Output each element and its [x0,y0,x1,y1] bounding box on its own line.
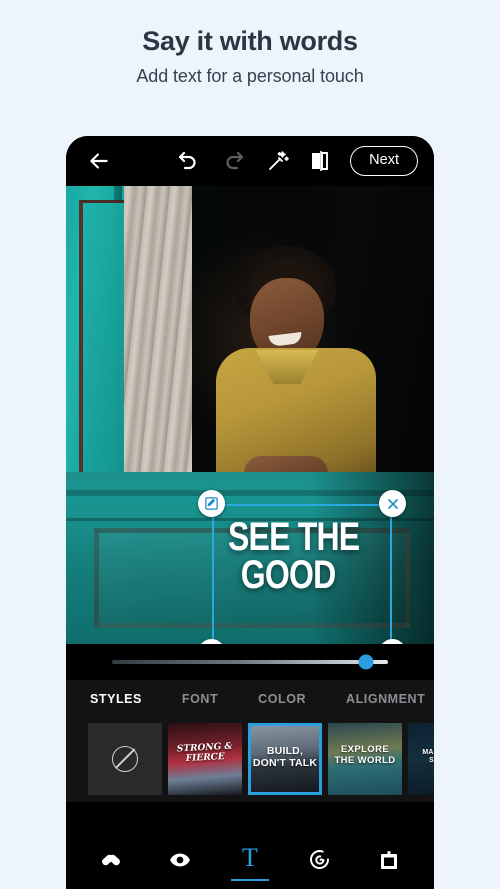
nav-retouch-tool[interactable] [157,837,203,883]
redo-icon[interactable] [222,149,246,173]
style-caption-line1: MAKE IT SIM [422,749,434,756]
tab-styles[interactable]: STYLES [90,692,142,706]
app-screen: Next SEE THE GOOD STYLES FONT COLOR ALIG… [66,136,434,889]
text-options-panel: STYLES FONT COLOR ALIGNMENT STRONG & FIE… [66,680,434,802]
undo-icon[interactable] [176,149,200,173]
curtain [124,186,192,501]
photo-canvas[interactable]: SEE THE GOOD [66,186,434,644]
edit-text-handle[interactable] [198,490,225,517]
before-after-compare-icon[interactable] [309,149,333,173]
tab-bar: STYLES FONT COLOR ALIGNMENT [66,680,434,718]
style-caption-line2: DON'T TALK [252,757,318,770]
back-arrow-icon[interactable] [86,148,112,174]
style-caption-line2: FIERCE [185,752,225,765]
style-thumbnail-list[interactable]: STRONG & FIERCE BUILD, DON'T TALK EXPLOR… [66,718,434,802]
bottom-nav-bar: T [66,831,434,889]
nav-frame-tool[interactable] [366,837,412,883]
promo-header: Say it with words Add text for a persona… [0,0,500,87]
slider-track[interactable] [112,654,388,670]
delete-text-handle[interactable] [379,490,406,517]
text-layer[interactable]: SEE THE GOOD [198,490,406,644]
style-thumb-caption: STRONG & FIERCE [168,741,242,766]
style-caption-line1: BUILD, [266,745,304,757]
healing-patch-icon [99,848,123,872]
style-thumb-caption: BUILD, DON'T TALK [248,745,322,769]
tab-color[interactable]: COLOR [258,692,306,706]
style-thumb-build-dont-talk[interactable]: BUILD, DON'T TALK [248,723,322,795]
top-toolbar: Next [66,136,434,186]
frame-picture-icon [377,848,401,872]
style-thumb-caption: EXPLORE THE WORLD [328,744,402,767]
eye-icon [167,847,193,873]
magic-wand-icon[interactable] [266,149,290,173]
overlay-text-line2: GOOD [240,553,336,598]
style-thumb-strong-fierce[interactable]: STRONG & FIERCE [168,723,242,795]
page-subtitle: Add text for a personal touch [136,66,364,87]
opacity-slider[interactable] [66,644,434,680]
tab-alignment[interactable]: ALIGNMENT [346,692,425,706]
tab-font[interactable]: FONT [182,692,218,706]
style-thumb-none[interactable] [88,723,162,795]
style-caption-line1: EXPLORE [340,744,390,755]
no-style-icon [112,746,138,772]
slider-thumb[interactable] [358,654,374,670]
text-t-icon: T [242,843,258,872]
style-caption-line2: THE WORLD [334,754,396,766]
swirl-icon [308,848,332,872]
nav-text-tool[interactable]: T [227,837,273,883]
style-thumb-make-it-simple[interactable]: MAKE IT SIM SIGNIFIC [408,723,434,795]
page-title: Say it with words [142,26,358,56]
style-thumb-caption: MAKE IT SIM SIGNIFIC [408,749,434,765]
overlay-text[interactable]: SEE THE GOOD [228,517,367,598]
nav-liquify-tool[interactable] [297,837,343,883]
nav-heal-tool[interactable] [88,837,134,883]
style-caption-line2: SIGNIFIC [429,757,434,765]
style-thumb-explore-the-world[interactable]: EXPLORE THE WORLD [328,723,402,795]
next-button[interactable]: Next [350,146,418,176]
